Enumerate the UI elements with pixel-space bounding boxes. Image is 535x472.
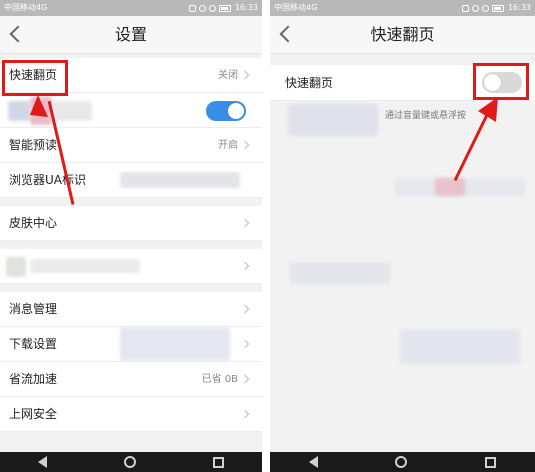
setting-label: 上网安全 xyxy=(9,407,58,421)
setting-value: 已省 0B xyxy=(201,374,238,385)
setting-data-saver[interactable]: 省流加速 已省 0B xyxy=(0,362,262,397)
chevron-right-icon xyxy=(240,339,250,349)
nav-back-icon[interactable] xyxy=(308,456,318,468)
nav-home-icon[interactable] xyxy=(123,456,136,468)
obscured-content xyxy=(8,101,30,121)
setting-smart-preload[interactable]: 智能预读 开启 xyxy=(0,128,262,163)
obscured-content xyxy=(120,172,240,188)
setting-label: 快速翻页 xyxy=(285,76,334,90)
setting-label: 皮肤中心 xyxy=(9,216,58,230)
setting-ua[interactable]: 浏览器UA标识 xyxy=(0,163,262,198)
arrow-head-icon xyxy=(478,97,498,122)
toggle-switch[interactable] xyxy=(206,101,246,121)
chevron-right-icon xyxy=(240,374,250,384)
setting-description: 通过音量键或悬浮按 xyxy=(385,111,467,121)
setting-value: 开启 xyxy=(218,140,238,151)
title-bar: 设置 xyxy=(0,16,262,54)
chevron-right-icon xyxy=(240,304,250,314)
chevron-right-icon xyxy=(240,140,250,150)
setting-label: 下载设置 xyxy=(9,337,58,351)
wifi-icon xyxy=(481,4,489,12)
chevron-right-icon xyxy=(240,409,250,419)
setting-label: 省流加速 xyxy=(9,372,58,386)
setting-label: 智能预读 xyxy=(9,138,58,152)
obscured-content xyxy=(435,178,465,196)
obscured-content xyxy=(290,262,390,284)
clock: 16:33 xyxy=(507,3,531,12)
navigation-bar xyxy=(0,452,262,472)
obscured-content xyxy=(30,259,140,273)
obscured-content xyxy=(6,257,26,277)
navigation-bar xyxy=(270,452,535,472)
obscured-content xyxy=(288,104,378,136)
page-title: 快速翻页 xyxy=(370,25,435,44)
battery-icon xyxy=(491,4,504,12)
status-bar: 中国移动4G 16:33 xyxy=(0,0,262,16)
setting-label: 消息管理 xyxy=(9,302,58,316)
obscured-content xyxy=(120,327,230,361)
carrier-label: 中国移动4G xyxy=(4,3,48,12)
setting-obscured[interactable] xyxy=(0,249,262,284)
page-title: 设置 xyxy=(114,25,147,44)
setting-message-manage[interactable]: 消息管理 xyxy=(0,292,262,327)
arrow-head-icon xyxy=(30,95,48,117)
status-bar: 中国移动4G 16:33 xyxy=(270,0,535,16)
nav-recent-icon[interactable] xyxy=(212,456,224,468)
battery-icon xyxy=(218,4,231,12)
setting-value: 关闭 xyxy=(218,70,238,81)
nav-back-icon[interactable] xyxy=(38,456,48,468)
obscured-content xyxy=(400,330,520,364)
chevron-right-icon xyxy=(240,261,250,271)
obscured-content xyxy=(52,101,92,121)
title-bar: 快速翻页 xyxy=(270,16,535,54)
nav-home-icon[interactable] xyxy=(395,456,408,468)
notification-icon xyxy=(461,4,469,12)
nav-recent-icon[interactable] xyxy=(485,456,497,468)
chevron-right-icon xyxy=(240,218,250,228)
setting-label: 浏览器UA标识 xyxy=(9,173,86,187)
chevron-right-icon xyxy=(240,70,250,80)
clock: 16:33 xyxy=(234,3,258,12)
setting-web-security[interactable]: 上网安全 xyxy=(0,397,262,432)
highlight-box xyxy=(2,60,68,96)
notification-icon xyxy=(188,4,196,12)
settings-screen: 中国移动4G 16:33 设置 快速翻页 关闭 智能预读 开启 浏览器UA标识 … xyxy=(0,0,262,472)
quick-page-screen: 中国移动4G 16:33 快速翻页 快速翻页 通过音量键或悬浮按 xyxy=(270,0,535,472)
setting-skin-center[interactable]: 皮肤中心 xyxy=(0,206,262,241)
alarm-icon xyxy=(471,4,479,12)
carrier-label: 中国移动4G xyxy=(274,3,318,12)
wifi-icon xyxy=(208,4,216,12)
setting-download[interactable]: 下载设置 xyxy=(0,327,262,362)
alarm-icon xyxy=(198,4,206,12)
